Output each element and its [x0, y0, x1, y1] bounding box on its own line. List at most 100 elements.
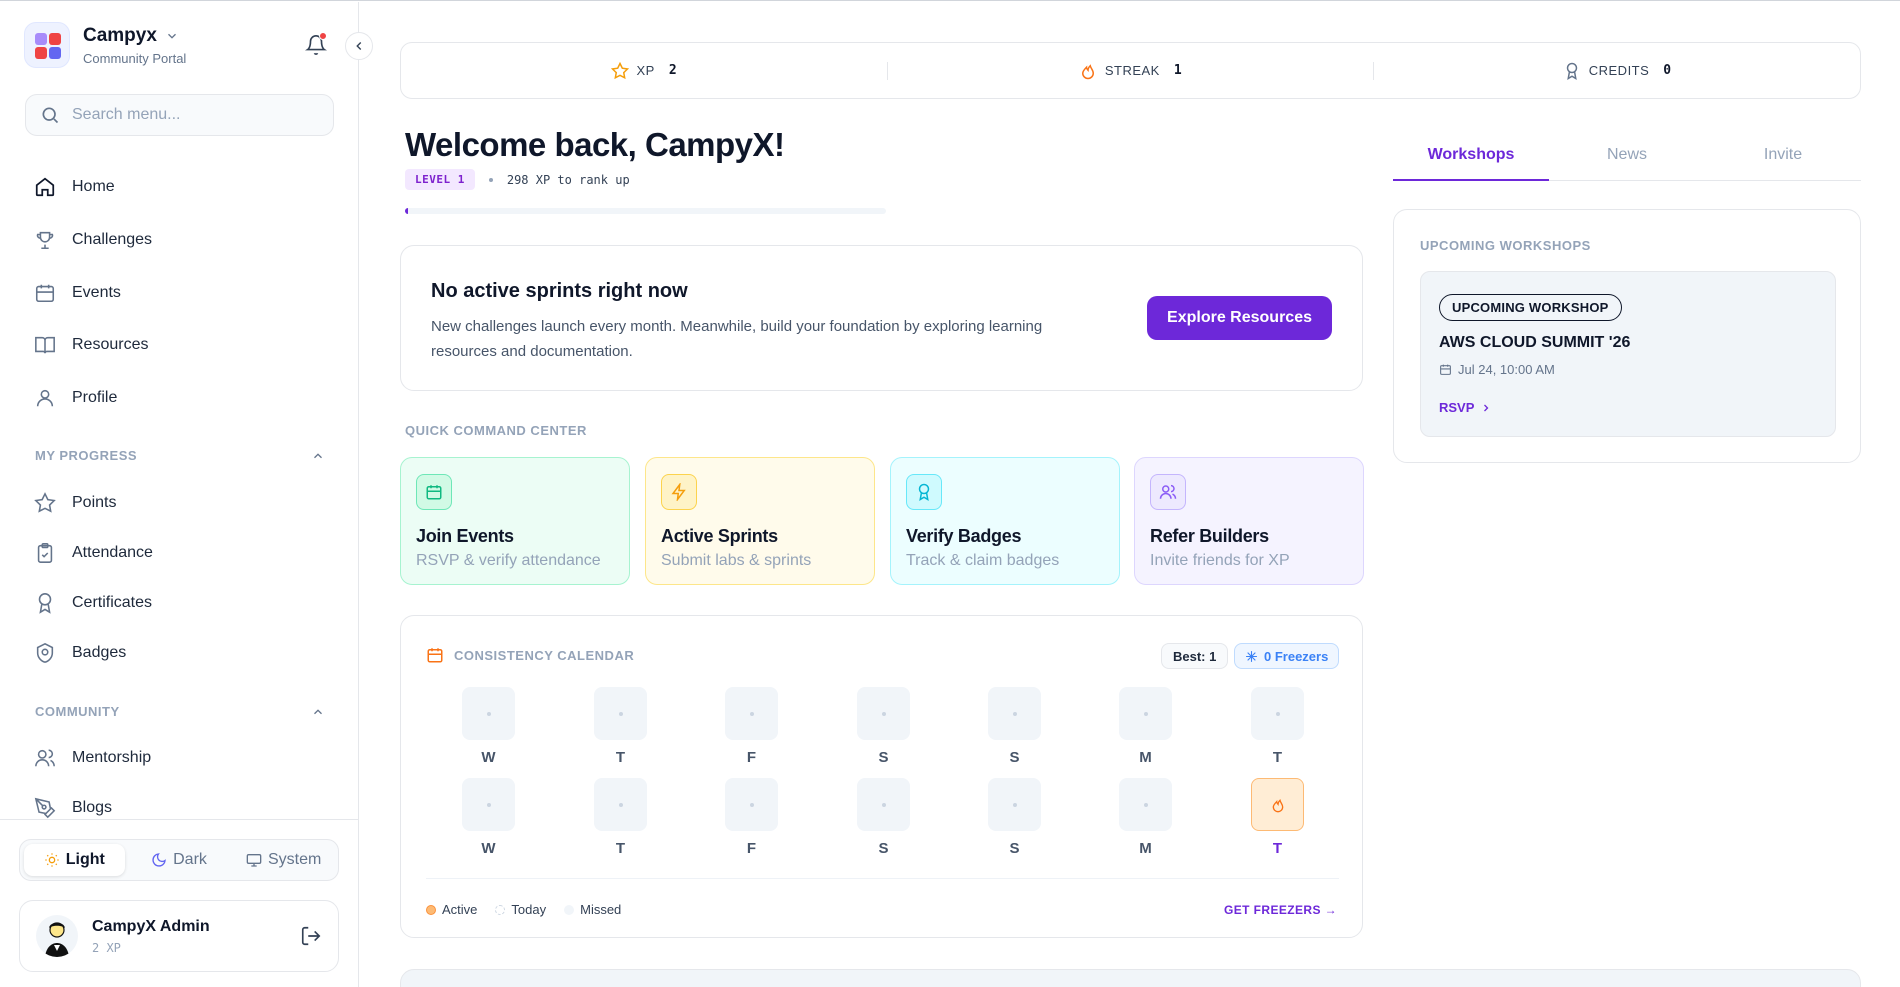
collapse-sidebar-button[interactable] — [345, 32, 373, 60]
user-xp: 2 XP — [92, 940, 121, 955]
user-icon — [36, 389, 54, 407]
theme-system-label: System — [268, 851, 322, 868]
level-progress-bar — [405, 208, 886, 214]
calendar-day — [857, 687, 910, 740]
calendar-day-label: T — [615, 840, 626, 857]
theme-dark-button[interactable]: Dark — [129, 844, 230, 876]
award-icon — [38, 593, 52, 614]
workshop-date: Jul 24, 10:00 AM — [1439, 362, 1555, 377]
quick-card-active-sprints[interactable]: Active Sprints Submit labs & sprints — [645, 457, 875, 585]
nav-item-points[interactable]: Points — [34, 492, 116, 514]
sidebar-footer: Light Dark System CampyX Admin 2 XP — [0, 819, 359, 987]
chevron-left-icon — [356, 42, 362, 50]
section-my-progress[interactable]: MY PROGRESS — [35, 448, 325, 463]
calendar-icon — [416, 474, 452, 510]
logout-icon[interactable] — [300, 925, 322, 947]
workshop-rsvp-link[interactable]: RSVP — [1439, 400, 1492, 415]
stat-credits-label: CREDITS — [1588, 63, 1650, 78]
tab-workshops[interactable]: Workshops — [1393, 139, 1549, 181]
section-title: MY PROGRESS — [35, 448, 138, 463]
quick-card-subtitle: RSVP & verify attendance — [416, 552, 601, 569]
freezers-label: 0 Freezers — [1264, 648, 1329, 664]
chevron-up-icon[interactable] — [311, 705, 325, 719]
calendar-legend: Active Today Missed — [426, 902, 621, 917]
calendar-day-label: F — [746, 749, 757, 766]
flame-icon — [1081, 63, 1094, 79]
star-icon — [610, 61, 629, 79]
stat-streak-label: STREAK — [1104, 63, 1160, 78]
calendar-day-label: W — [481, 749, 496, 766]
award-icon — [906, 474, 942, 510]
pen-icon — [34, 797, 56, 819]
calendar-day — [1119, 687, 1172, 740]
theme-switch: Light Dark System — [19, 839, 339, 881]
nav-item-certificates[interactable]: Certificates — [34, 592, 152, 614]
nav-item-attendance[interactable]: Attendance — [34, 542, 153, 564]
user-card[interactable]: CampyX Admin 2 XP — [19, 900, 339, 972]
nav-item-badges[interactable]: Badges — [34, 642, 126, 664]
nav-item-mentorship[interactable]: Mentorship — [34, 747, 151, 769]
nav-item-challenges[interactable]: Challenges — [34, 229, 152, 251]
brand-subtitle: Community Portal — [83, 50, 187, 66]
calendar-icon — [35, 284, 55, 303]
consistency-calendar: CONSISTENCY CALENDAR Best: 1 0 Freezers … — [400, 615, 1363, 938]
calendar-day — [1119, 778, 1172, 831]
nav-item-label: Badges — [72, 644, 127, 661]
quick-card-join-events[interactable]: Join Events RSVP & verify attendance — [400, 457, 630, 585]
book-icon — [35, 336, 55, 354]
sprint-title: No active sprints right now — [431, 280, 688, 302]
clipboard-check-icon — [37, 543, 53, 563]
legend-missed: Missed — [580, 902, 622, 917]
nav-item-resources[interactable]: Resources — [34, 334, 148, 356]
section-community[interactable]: COMMUNITY — [35, 704, 325, 719]
tab-news[interactable]: News — [1549, 139, 1705, 180]
stat-xp-label: XP — [636, 63, 655, 78]
nav-item-events[interactable]: Events — [34, 282, 121, 304]
freezers-badge[interactable]: 0 Freezers — [1234, 643, 1340, 669]
quick-card-refer-builders[interactable]: Refer Builders Invite friends for XP — [1134, 457, 1364, 585]
stat-streak-value: 1 — [1173, 63, 1183, 78]
nav-item-blogs[interactable]: Blogs — [34, 797, 112, 819]
search-input[interactable] — [72, 106, 312, 124]
nav-item-home[interactable]: Home — [34, 176, 115, 198]
users-icon — [1150, 474, 1186, 510]
calendar-day — [1251, 687, 1304, 740]
chevron-down-icon[interactable] — [165, 29, 179, 43]
nav-item-label: Challenges — [72, 231, 153, 248]
sprint-card: No active sprints right now New challeng… — [400, 245, 1363, 391]
snowflake-icon — [1246, 650, 1257, 662]
bolt-icon — [661, 474, 697, 510]
calendar-day-label: T — [1272, 749, 1283, 766]
nav-item-label: Mentorship — [72, 749, 152, 766]
workshops-label: UPCOMING WORKSHOPS — [1420, 238, 1591, 253]
theme-light-button[interactable]: Light — [24, 844, 125, 876]
bottom-card — [400, 969, 1861, 987]
best-streak-badge: Best: 1 — [1161, 643, 1229, 669]
brand[interactable]: Campyx Community Portal — [24, 22, 186, 68]
get-freezers-link[interactable]: GET FREEZERS → — [1224, 903, 1337, 917]
user-name: CampyX Admin — [92, 917, 210, 935]
quick-command-center-label: QUICK COMMAND CENTER — [405, 423, 587, 438]
nav-item-label: Resources — [72, 336, 149, 353]
notification-bell-icon[interactable] — [305, 32, 329, 58]
quick-card-subtitle: Invite friends for XP — [1150, 552, 1290, 569]
home-icon — [35, 177, 55, 197]
workshop-date-text: Jul 24, 10:00 AM — [1458, 362, 1555, 377]
chevron-up-icon[interactable] — [311, 449, 325, 463]
workshop-item[interactable]: UPCOMING WORKSHOP AWS CLOUD SUMMIT '26 J… — [1420, 271, 1836, 437]
legend-active: Active — [442, 902, 478, 917]
stat-credits: CREDITS 0 — [1374, 62, 1860, 80]
explore-resources-button[interactable]: Explore Resources — [1147, 296, 1332, 340]
brand-logo-icon — [24, 22, 70, 68]
stat-credits-value: 0 — [1663, 63, 1672, 78]
calendar-day — [725, 687, 778, 740]
nav-item-profile[interactable]: Profile — [34, 387, 117, 409]
theme-system-button[interactable]: System — [233, 844, 334, 876]
star-icon — [34, 492, 56, 513]
award-icon — [1566, 62, 1577, 80]
nav-item-label: Profile — [72, 389, 118, 406]
quick-card-verify-badges[interactable]: Verify Badges Track & claim badges — [890, 457, 1120, 585]
users-icon — [35, 749, 55, 767]
sprint-description: New challenges launch every month. Meanw… — [431, 318, 1043, 360]
tab-invite[interactable]: Invite — [1705, 139, 1861, 180]
